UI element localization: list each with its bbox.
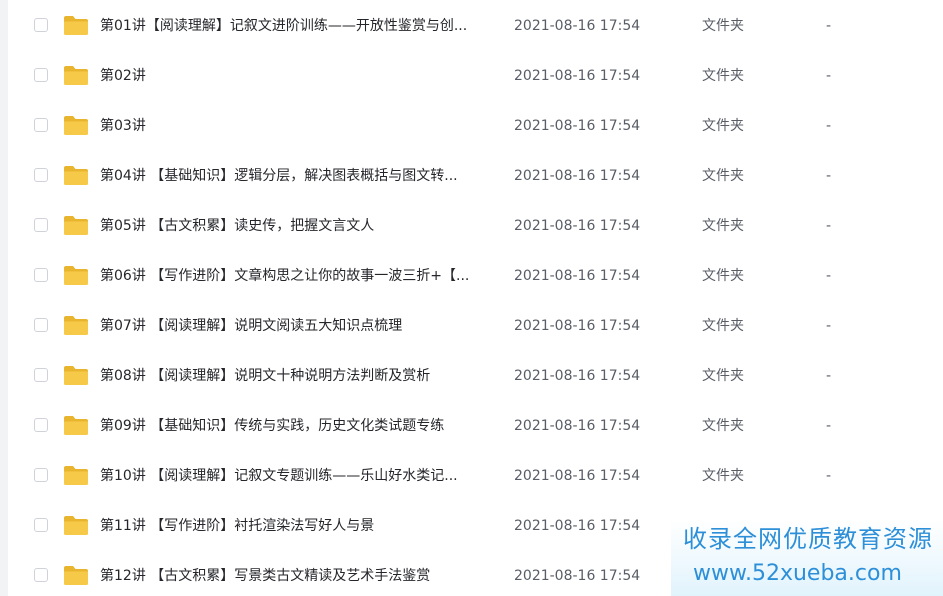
file-modified-time: 2021-08-16 17:54 [514, 168, 641, 184]
file-name[interactable]: 第07讲 【阅读理解】说明文阅读五大知识点梳理 [100, 316, 500, 336]
file-modified-time: 2021-08-16 17:54 [514, 68, 641, 84]
file-size: - [826, 418, 832, 434]
file-modified-time: 2021-08-16 17:54 [514, 118, 641, 134]
file-browser-page: 第01讲【阅读理解】记叙文进阶训练——开放性鉴赏与创... 2021-08-16 … [0, 0, 943, 596]
row-checkbox[interactable] [34, 268, 48, 282]
file-size: - [826, 218, 832, 234]
file-row[interactable]: 第10讲 【阅读理解】记叙文专题训练——乐山好水类记... 2021-08-16 … [0, 451, 943, 501]
row-checkbox[interactable] [34, 368, 48, 382]
file-size: - [826, 318, 832, 334]
row-checkbox[interactable] [34, 518, 48, 532]
row-checkbox[interactable] [34, 468, 48, 482]
file-name[interactable]: 第08讲 【阅读理解】说明文十种说明方法判断及赏析 [100, 366, 500, 386]
row-checkbox[interactable] [34, 168, 48, 182]
file-type: 文件夹 [702, 218, 744, 234]
file-modified-time: 2021-08-16 17:54 [514, 318, 641, 334]
file-list: 第01讲【阅读理解】记叙文进阶训练——开放性鉴赏与创... 2021-08-16 … [0, 0, 943, 596]
file-name[interactable]: 第03讲 [100, 116, 500, 136]
file-modified-time: 2021-08-16 17:54 [514, 268, 641, 284]
file-size: - [826, 468, 832, 484]
row-checkbox[interactable] [34, 568, 48, 582]
file-modified-time: 2021-08-16 17:54 [514, 18, 641, 34]
file-type: 文件夹 [702, 318, 744, 334]
file-size: - [826, 168, 832, 184]
folder-icon [64, 516, 88, 535]
folder-icon [64, 66, 88, 85]
file-row[interactable]: 第03讲 2021-08-16 17:54 文件夹 - [0, 101, 943, 151]
file-name[interactable]: 第06讲 【写作进阶】文章构思之让你的故事一波三折+【... [100, 266, 500, 286]
file-row[interactable]: 第08讲 【阅读理解】说明文十种说明方法判断及赏析 2021-08-16 17:5… [0, 351, 943, 401]
file-row[interactable]: 第07讲 【阅读理解】说明文阅读五大知识点梳理 2021-08-16 17:54 文… [0, 301, 943, 351]
row-checkbox[interactable] [34, 418, 48, 432]
file-modified-time: 2021-08-16 17:54 [514, 368, 641, 384]
file-row[interactable]: 第09讲 【基础知识】传统与实践，历史文化类试题专练 2021-08-16 17:… [0, 401, 943, 451]
file-name[interactable]: 第04讲 【基础知识】逻辑分层，解决图表概括与图文转... [100, 166, 500, 186]
file-size: - [826, 118, 832, 134]
folder-icon [64, 416, 88, 435]
watermark-banner: 收录全网优质教育资源 www.52xueba.com [671, 519, 943, 596]
file-type: 文件夹 [702, 18, 744, 34]
watermark-url: www.52xueba.com [693, 561, 902, 586]
file-size: - [826, 268, 832, 284]
folder-icon [64, 466, 88, 485]
file-row[interactable]: 第02讲 2021-08-16 17:54 文件夹 - [0, 51, 943, 101]
file-modified-time: 2021-08-16 17:54 [514, 468, 641, 484]
file-row[interactable]: 第01讲【阅读理解】记叙文进阶训练——开放性鉴赏与创... 2021-08-16 … [0, 1, 943, 51]
folder-icon [64, 166, 88, 185]
folder-icon [64, 116, 88, 135]
file-type: 文件夹 [702, 118, 744, 134]
file-type: 文件夹 [702, 68, 744, 84]
folder-icon [64, 16, 88, 35]
watermark-slogan: 收录全网优质教育资源 [683, 525, 933, 553]
file-modified-time: 2021-08-16 17:54 [514, 218, 641, 234]
file-row[interactable]: 第05讲 【古文积累】读史传，把握文言文人 2021-08-16 17:54 文件夹… [0, 201, 943, 251]
row-checkbox[interactable] [34, 68, 48, 82]
folder-icon [64, 366, 88, 385]
folder-icon [64, 266, 88, 285]
file-row[interactable]: 第04讲 【基础知识】逻辑分层，解决图表概括与图文转... 2021-08-16 … [0, 151, 943, 201]
file-type: 文件夹 [702, 468, 744, 484]
file-name[interactable]: 第01讲【阅读理解】记叙文进阶训练——开放性鉴赏与创... [100, 16, 500, 36]
file-size: - [826, 368, 832, 384]
file-modified-time: 2021-08-16 17:54 [514, 418, 641, 434]
file-type: 文件夹 [702, 418, 744, 434]
folder-icon [64, 316, 88, 335]
row-checkbox[interactable] [34, 18, 48, 32]
row-checkbox[interactable] [34, 118, 48, 132]
file-name[interactable]: 第12讲 【古文积累】写景类古文精读及艺术手法鉴赏 [100, 566, 500, 586]
row-checkbox[interactable] [34, 318, 48, 332]
file-modified-time: 2021-08-16 17:54 [514, 568, 641, 584]
file-modified-time: 2021-08-16 17:54 [514, 518, 641, 534]
file-type: 文件夹 [702, 368, 744, 384]
file-name[interactable]: 第09讲 【基础知识】传统与实践，历史文化类试题专练 [100, 416, 500, 436]
file-name[interactable]: 第05讲 【古文积累】读史传，把握文言文人 [100, 216, 500, 236]
row-checkbox[interactable] [34, 218, 48, 232]
file-row[interactable]: 第06讲 【写作进阶】文章构思之让你的故事一波三折+【... 2021-08-16… [0, 251, 943, 301]
file-name[interactable]: 第02讲 [100, 66, 500, 86]
folder-icon [64, 216, 88, 235]
file-name[interactable]: 第10讲 【阅读理解】记叙文专题训练——乐山好水类记... [100, 466, 500, 486]
file-size: - [826, 18, 832, 34]
file-name[interactable]: 第11讲 【写作进阶】衬托渲染法写好人与景 [100, 516, 500, 536]
folder-icon [64, 566, 88, 585]
file-type: 文件夹 [702, 168, 744, 184]
file-size: - [826, 68, 832, 84]
file-type: 文件夹 [702, 268, 744, 284]
